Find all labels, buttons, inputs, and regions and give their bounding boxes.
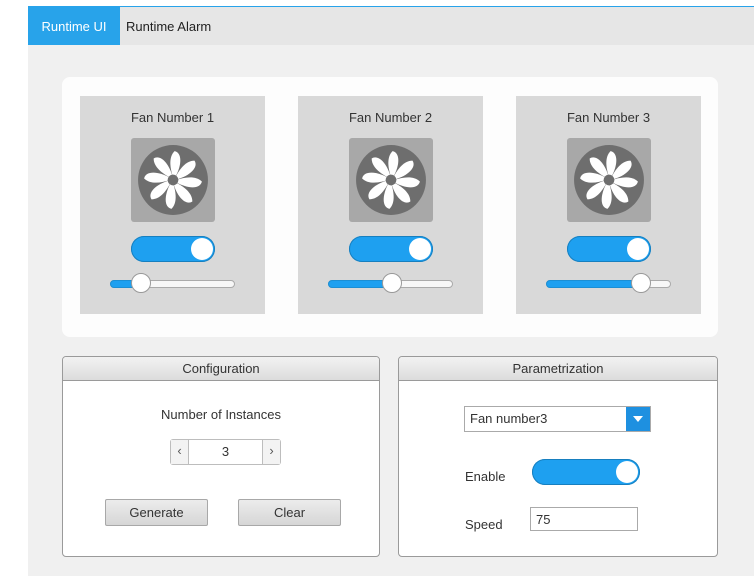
slider-thumb[interactable]	[631, 273, 651, 293]
toggle-knob	[616, 461, 638, 483]
fan-title: Fan Number 2	[348, 110, 433, 125]
fan-title: Fan Number 3	[566, 110, 651, 125]
fan-speed-slider[interactable]	[546, 273, 671, 293]
app-window: Runtime UI Runtime Alarm Fan Number 1 Fa…	[0, 0, 754, 576]
fan-icon	[348, 138, 433, 222]
slider-thumb[interactable]	[131, 273, 151, 293]
fan-icon	[130, 138, 215, 222]
fan-panel: Fan Number 1 Fan Number 2 Fan Number 3	[62, 77, 718, 337]
generate-button[interactable]: Generate	[105, 499, 208, 526]
slider-fill	[546, 280, 642, 288]
speed-label: Speed	[465, 517, 503, 532]
enable-label: Enable	[465, 469, 506, 484]
fan-enable-toggle[interactable]	[348, 236, 433, 262]
fan-select-value: Fan number3	[470, 411, 548, 426]
fan-select-dropdown[interactable]: Fan number3	[464, 406, 651, 432]
fan-card-2: Fan Number 2	[298, 96, 483, 314]
enable-toggle[interactable]	[532, 459, 640, 485]
slider-thumb[interactable]	[382, 273, 402, 293]
tab-runtime-alarm[interactable]: Runtime Alarm	[126, 7, 236, 46]
fan-icon	[566, 138, 651, 222]
runtime-ui-content: Fan Number 1 Fan Number 2 Fan Number 3 C…	[28, 45, 754, 576]
toggle-knob	[408, 238, 431, 260]
parametrization-group: Parametrization Fan number3 Enable Speed	[398, 356, 718, 557]
fan-card-1: Fan Number 1	[80, 96, 265, 314]
decrement-button[interactable]: ‹	[171, 440, 189, 464]
instances-label: Number of Instances	[161, 407, 281, 422]
configuration-header: Configuration	[63, 357, 379, 381]
configuration-group: Configuration Number of Instances ‹ 3 › …	[62, 356, 380, 557]
fan-title: Fan Number 1	[130, 110, 215, 125]
toggle-knob	[190, 238, 213, 260]
speed-input[interactable]	[530, 507, 638, 531]
fan-enable-toggle[interactable]	[130, 236, 215, 262]
toggle-knob	[626, 238, 649, 260]
tab-bar: Runtime UI Runtime Alarm	[28, 6, 754, 46]
chevron-down-icon[interactable]	[626, 407, 650, 431]
increment-button[interactable]: ›	[262, 440, 280, 464]
fan-speed-slider[interactable]	[110, 273, 235, 293]
fan-enable-toggle[interactable]	[566, 236, 651, 262]
fan-card-3: Fan Number 3	[516, 96, 701, 314]
clear-button[interactable]: Clear	[238, 499, 341, 526]
instances-value[interactable]: 3	[189, 440, 262, 464]
fan-speed-slider[interactable]	[328, 273, 453, 293]
instances-stepper: ‹ 3 ›	[170, 439, 281, 465]
tab-runtime-ui[interactable]: Runtime UI	[28, 7, 120, 46]
parametrization-header: Parametrization	[399, 357, 717, 381]
